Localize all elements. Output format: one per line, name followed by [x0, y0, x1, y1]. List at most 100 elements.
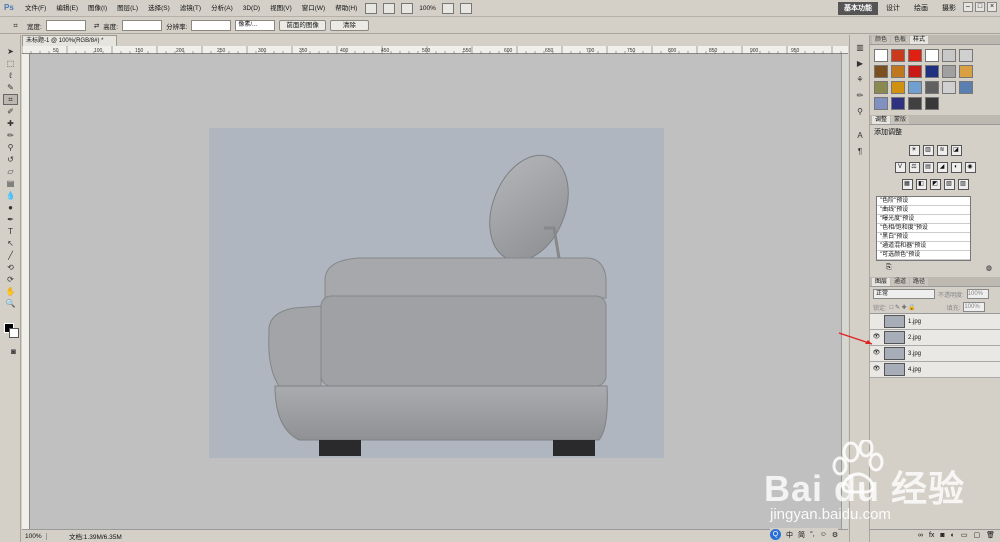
blend-mode-select[interactable]: 正常: [873, 289, 935, 299]
actions-panel-icon[interactable]: ▶: [854, 59, 866, 69]
view-extras-icon[interactable]: [401, 2, 414, 14]
type-tool-icon[interactable]: T: [3, 226, 18, 237]
style-swatch[interactable]: [908, 49, 922, 62]
style-swatch[interactable]: [874, 49, 888, 62]
visibility-eye-icon[interactable]: 👁: [872, 365, 881, 374]
close-button[interactable]: ×: [987, 2, 997, 12]
swap-icon[interactable]: ⇄: [94, 22, 99, 30]
style-swatch[interactable]: [891, 65, 905, 78]
workspace-painting[interactable]: 绘画: [908, 2, 934, 15]
style-swatch[interactable]: [891, 97, 905, 110]
lasso-tool-icon[interactable]: ℓ: [3, 70, 18, 81]
status-zoom[interactable]: 100%: [22, 532, 47, 540]
preset-levels[interactable]: "色阶"预设: [877, 197, 970, 206]
layer-row[interactable]: 👁 4.jpg: [870, 362, 1000, 378]
clone-source-panel-icon[interactable]: ⚲: [854, 107, 866, 117]
history-panel-icon[interactable]: ▥: [854, 43, 866, 53]
brightness-contrast-icon[interactable]: ☀: [908, 145, 920, 156]
style-swatch[interactable]: [942, 49, 956, 62]
clone-stamp-tool-icon[interactable]: ⚲: [3, 142, 18, 153]
preset-selective-color[interactable]: "可选颜色"预设: [877, 251, 970, 260]
3d-camera-tool-icon[interactable]: ⟳: [3, 274, 18, 285]
layer-name[interactable]: 1.jpg: [908, 319, 921, 325]
new-layer-icon[interactable]: ▢: [973, 530, 980, 542]
move-tool-icon[interactable]: ➤: [3, 46, 18, 57]
preset-black-white[interactable]: "黑白"预设: [877, 233, 970, 242]
style-swatch[interactable]: [942, 65, 956, 78]
delete-layer-icon[interactable]: 🗑: [986, 530, 995, 542]
layer-row[interactable]: 👁 2.jpg: [870, 330, 1000, 346]
menu-edit[interactable]: 编辑(E): [51, 0, 83, 17]
workspace-essentials[interactable]: 基本功能: [838, 2, 878, 15]
exposure-icon[interactable]: ◪: [950, 145, 962, 156]
menu-analysis[interactable]: 分析(A): [206, 0, 238, 17]
posterize-icon[interactable]: ◧: [915, 179, 927, 190]
paragraph-panel-icon[interactable]: ¶: [854, 147, 866, 157]
layer-name[interactable]: 4.jpg: [908, 367, 921, 373]
preset-exposure[interactable]: "曝光度"预设: [877, 215, 970, 224]
style-swatch[interactable]: [925, 97, 939, 110]
clear-button[interactable]: 清除: [329, 20, 369, 31]
style-swatch[interactable]: [925, 81, 939, 94]
bridge-icon[interactable]: [365, 2, 378, 14]
menu-filter[interactable]: 滤镜(T): [175, 0, 206, 17]
style-swatch[interactable]: [959, 65, 973, 78]
tab-styles[interactable]: 样式: [910, 36, 929, 44]
style-swatch[interactable]: [942, 81, 956, 94]
tab-channels[interactable]: 通道: [891, 278, 910, 286]
style-swatch[interactable]: [959, 49, 973, 62]
ime-emoji-icon[interactable]: ☺: [820, 531, 827, 538]
style-swatch[interactable]: [891, 81, 905, 94]
ime-settings-icon[interactable]: ⚙: [832, 531, 838, 539]
visibility-eye-icon[interactable]: 👁: [872, 349, 881, 358]
adjust-return-icon[interactable]: ⎘: [886, 264, 892, 277]
preset-hue-saturation[interactable]: "色相/饱和度"预设: [877, 224, 970, 233]
style-swatch[interactable]: [908, 97, 922, 110]
workspace-photography[interactable]: 摄影: [936, 2, 962, 15]
blur-tool-icon[interactable]: 💧: [3, 190, 18, 201]
style-swatch[interactable]: [908, 81, 922, 94]
style-swatch[interactable]: [908, 65, 922, 78]
path-select-tool-icon[interactable]: ↖: [3, 238, 18, 249]
brush-panel-icon[interactable]: ✏: [854, 91, 866, 101]
menu-help[interactable]: 帮助(H): [330, 0, 362, 17]
adjust-clip-icon[interactable]: ◍: [986, 264, 992, 277]
layer-row[interactable]: 👁 3.jpg: [870, 346, 1000, 362]
layer-name[interactable]: 2.jpg: [908, 335, 921, 341]
menu-window[interactable]: 窗口(W): [297, 0, 330, 17]
tab-masks[interactable]: 蒙版: [891, 116, 910, 124]
menu-image[interactable]: 图像(I): [83, 0, 112, 17]
character-panel-icon[interactable]: A: [854, 131, 866, 141]
style-swatch[interactable]: [959, 81, 973, 94]
layer-name[interactable]: 3.jpg: [908, 351, 921, 357]
style-swatch[interactable]: [874, 97, 888, 110]
style-swatch[interactable]: [874, 65, 888, 78]
ime-punct-icon[interactable]: °,: [810, 531, 815, 538]
new-group-icon[interactable]: ▭: [961, 530, 968, 542]
visibility-eye-icon[interactable]: [872, 317, 881, 326]
height-field[interactable]: [122, 20, 163, 31]
tab-layers[interactable]: 图层: [872, 278, 891, 286]
selective-color-icon[interactable]: ▨: [957, 179, 969, 190]
crop-tool-preset-icon[interactable]: ⌗: [8, 20, 23, 31]
maximize-button[interactable]: □: [975, 2, 985, 12]
fill-field[interactable]: 100%: [963, 302, 986, 312]
style-swatch[interactable]: [925, 65, 939, 78]
tab-paths[interactable]: 路径: [910, 278, 929, 286]
tab-color[interactable]: 颜色: [872, 36, 891, 44]
style-swatch[interactable]: [874, 81, 888, 94]
menu-select[interactable]: 选择(S): [143, 0, 175, 17]
document-info[interactable]: 文档:1.39M/6.35M: [69, 531, 122, 541]
zoom-select[interactable]: 100%: [416, 5, 439, 12]
mini-bridge-icon[interactable]: [383, 2, 396, 14]
gradient-tool-icon[interactable]: ▤: [3, 178, 18, 189]
front-image-button[interactable]: 前面的图像: [279, 20, 326, 31]
channel-mixer-icon[interactable]: ◉: [964, 162, 976, 173]
ime-lang[interactable]: 中: [786, 530, 793, 540]
dodge-tool-icon[interactable]: ●: [3, 202, 18, 213]
background-color-swatch[interactable]: [9, 328, 19, 338]
arrange-documents-icon[interactable]: [441, 2, 454, 14]
menu-file[interactable]: 文件(F): [20, 0, 51, 17]
invert-icon[interactable]: ▦: [901, 179, 913, 190]
threshold-icon[interactable]: ◩: [929, 179, 941, 190]
